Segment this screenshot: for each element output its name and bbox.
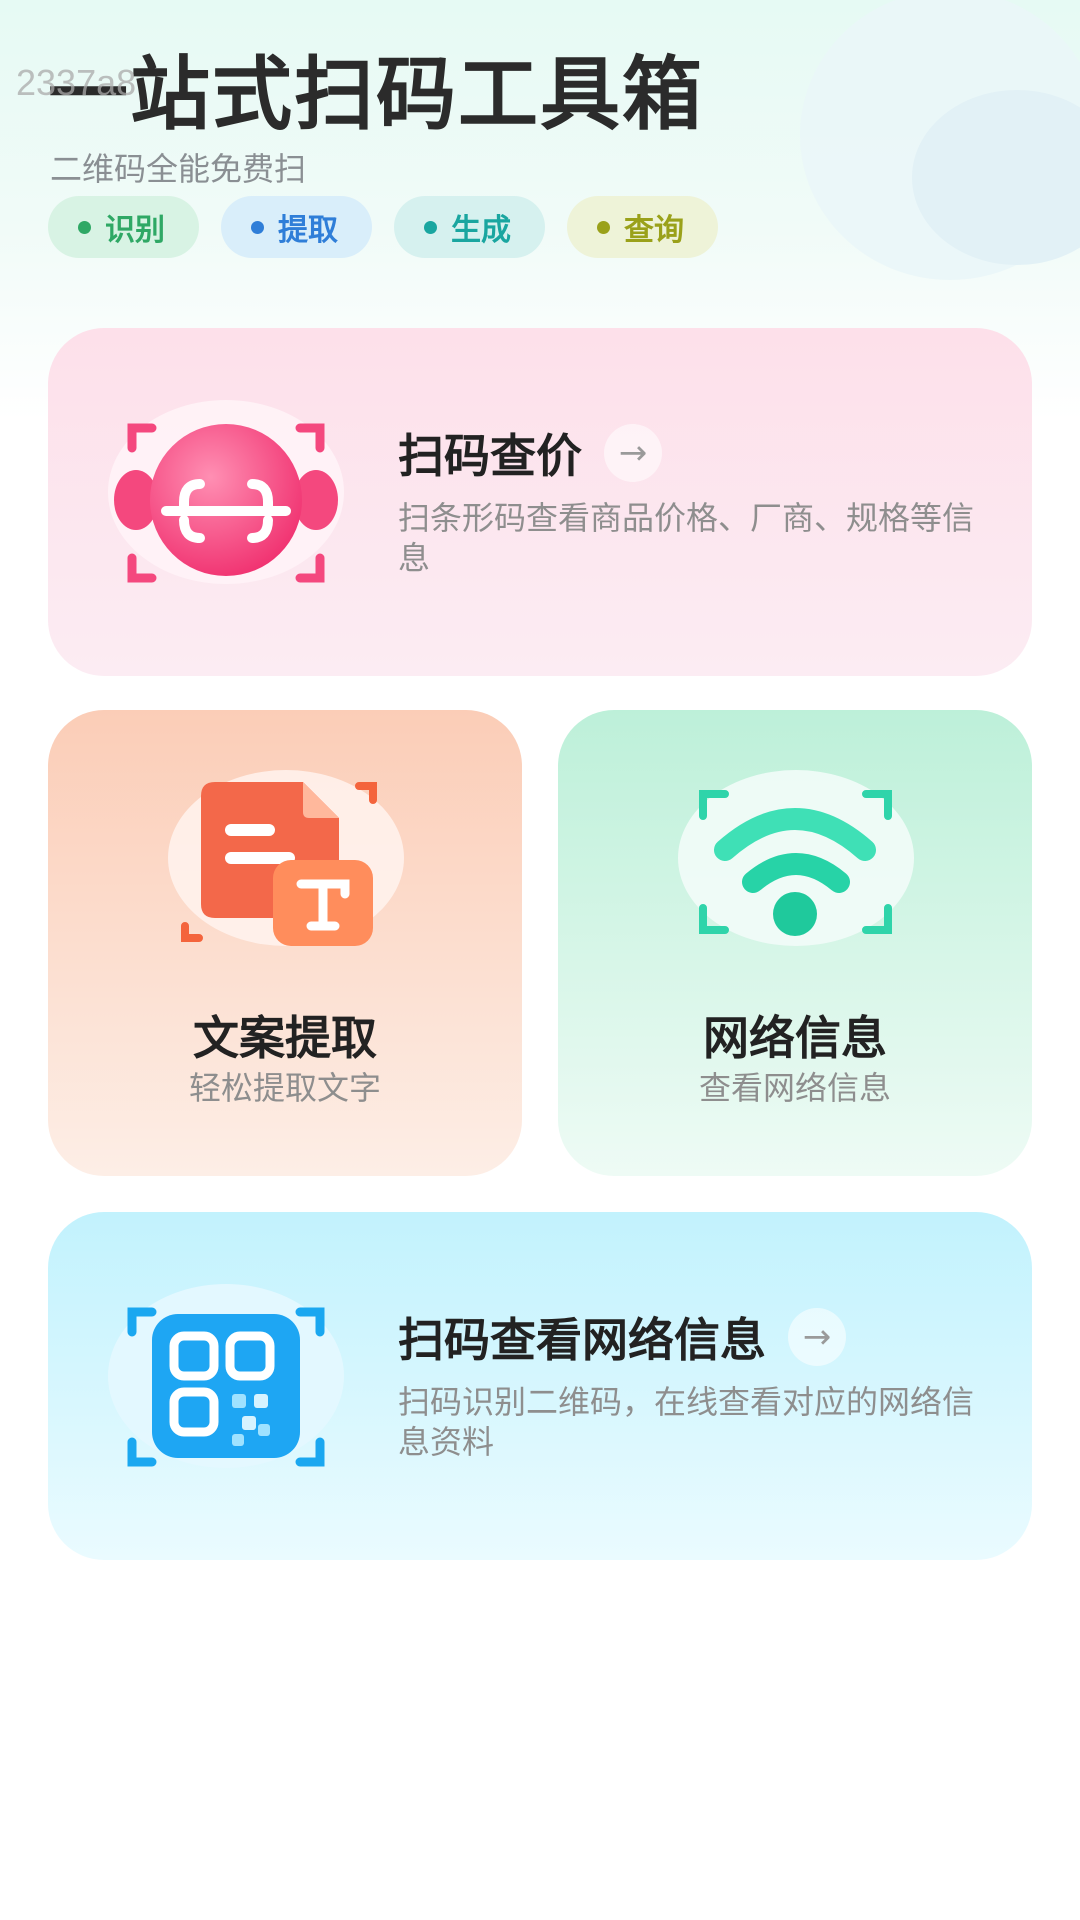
tag-query: 查询 bbox=[567, 196, 718, 258]
dot-icon bbox=[597, 220, 610, 234]
card-title-text: 扫码查价 bbox=[398, 429, 582, 483]
card-title: 文案提取 bbox=[48, 1002, 522, 1068]
tag-recognize: 识别 bbox=[48, 196, 199, 258]
scan-price-card[interactable]: 扫码查价 → 扫条形码查看商品价格、厂商、规格等信息 bbox=[48, 328, 1032, 676]
qr-code-icon bbox=[106, 1284, 346, 1484]
tag-generate: 生成 bbox=[394, 196, 545, 258]
card-description: 轻松提取文字 bbox=[188, 1069, 381, 1107]
tag-extract: 提取 bbox=[221, 196, 372, 258]
network-info-card[interactable]: 网络信息 查看网络信息 bbox=[558, 710, 1032, 1176]
wifi-icon bbox=[673, 768, 918, 958]
dot-icon bbox=[251, 220, 264, 234]
card-description: 扫条形码查看商品价格、厂商、规格等信息 bbox=[398, 499, 975, 577]
card-title: 扫码查价 → bbox=[398, 420, 662, 486]
page-subtitle: 二维码全能免费扫 bbox=[50, 150, 307, 188]
tag-label: 生成 bbox=[451, 213, 511, 248]
card-title: 网络信息 bbox=[558, 1002, 1032, 1068]
card-title-text: 网络信息 bbox=[703, 1011, 887, 1065]
arrow-right-icon[interactable]: → bbox=[788, 1308, 846, 1366]
card-description: 查看网络信息 bbox=[698, 1069, 891, 1107]
card-title-text: 文案提取 bbox=[193, 1011, 377, 1065]
scan-network-info-card[interactable]: 扫码查看网络信息 → 扫码识别二维码，在线查看对应的网络信息资料 bbox=[48, 1212, 1032, 1560]
text-extract-card[interactable]: 文案提取 轻松提取文字 bbox=[48, 710, 522, 1176]
tag-label: 识别 bbox=[105, 213, 165, 248]
arrow-right-icon[interactable]: → bbox=[604, 424, 662, 482]
tag-label: 查询 bbox=[624, 213, 684, 248]
tag-label: 提取 bbox=[278, 213, 338, 248]
dot-icon bbox=[424, 220, 437, 234]
card-title: 扫码查看网络信息 → bbox=[398, 1304, 846, 1370]
page-title: 一站式扫码工具箱 bbox=[48, 48, 704, 141]
scan-face-icon bbox=[106, 400, 346, 600]
dot-icon bbox=[78, 220, 91, 234]
text-document-icon bbox=[163, 768, 408, 958]
feature-tags: 识别 提取 生成 查询 bbox=[48, 196, 718, 258]
watermark: 2337a8 bbox=[16, 62, 137, 103]
card-title-text: 扫码查看网络信息 bbox=[398, 1313, 766, 1367]
card-description: 扫码识别二维码，在线查看对应的网络信息资料 bbox=[398, 1383, 975, 1461]
